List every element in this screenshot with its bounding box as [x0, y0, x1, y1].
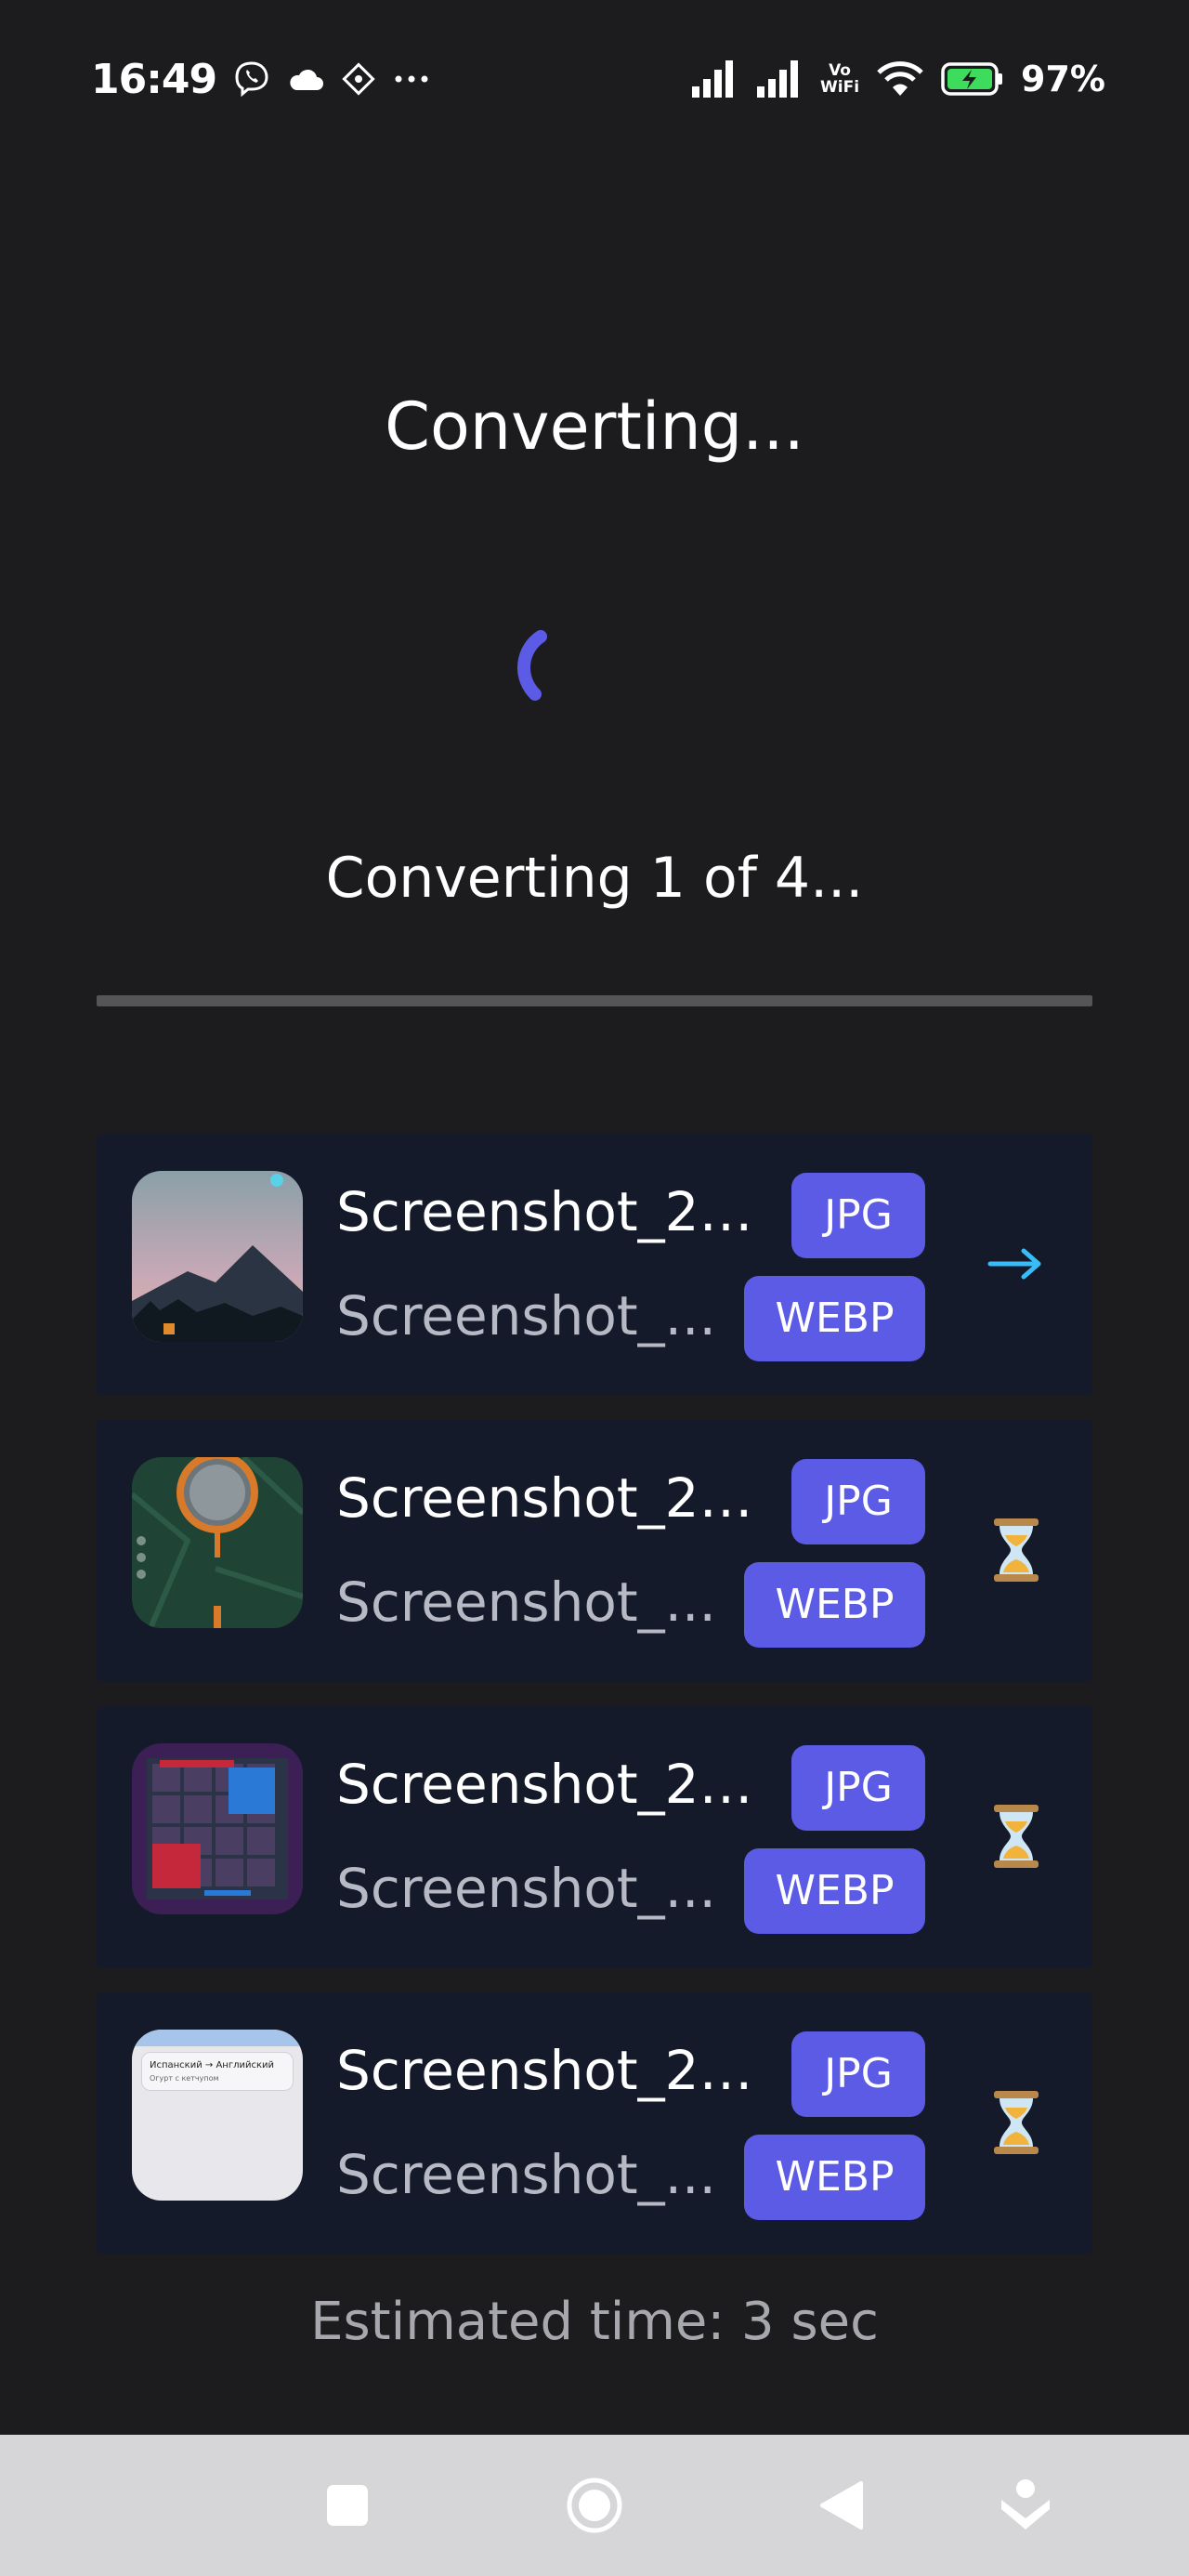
source-format-badge: JPG	[791, 1173, 925, 1258]
loading-spinner	[517, 630, 547, 701]
thumbnail-game	[132, 1457, 303, 1628]
arrow-right-icon	[979, 1222, 1053, 1306]
thumbnail-text: Огурт с кетчупом	[150, 2074, 219, 2083]
circle-icon	[567, 2477, 622, 2533]
output-file-name: Screenshot_...	[336, 1571, 716, 1634]
list-item[interactable]: Screenshot_20... Screenshot_... JPG WEBP	[97, 1706, 1092, 1968]
page-title: Converting...	[385, 388, 804, 465]
status-time: 16:49	[91, 55, 217, 103]
cloud-icon	[287, 66, 324, 92]
list-item[interactable]: Screenshot_20... Screenshot_... JPG WEBP	[97, 1420, 1092, 1682]
target-format-badge: WEBP	[744, 1276, 925, 1361]
output-file-name: Screenshot_...	[336, 1857, 716, 1920]
file-name: Screenshot_20...	[336, 1466, 773, 1530]
status-left: 16:49	[91, 56, 430, 103]
thumbnail-puzzle	[132, 1743, 303, 1914]
target-format-badge: WEBP	[744, 1562, 925, 1648]
triangle-back-icon	[820, 2481, 863, 2530]
list-item[interactable]: Screenshot_20... Screenshot_... JPG WEBP	[97, 1134, 1092, 1396]
source-format-badge: JPG	[791, 1459, 925, 1544]
navigation-bar	[0, 2435, 1189, 2576]
back-button[interactable]	[786, 2435, 897, 2576]
vowifi-bottom: WiFi	[820, 78, 860, 97]
status-right: Vo WiFi 97%	[690, 59, 1105, 99]
output-file-name: Screenshot_...	[336, 2143, 716, 2206]
file-name: Screenshot_20...	[336, 1753, 773, 1816]
progress-text: Converting 1 of 4...	[325, 846, 864, 911]
hourglass-icon	[979, 2081, 1053, 2164]
source-format-badge: JPG	[791, 2031, 925, 2117]
thumbnail-translator: Испанский → Английский Огурт с кетчупом	[132, 2030, 303, 2201]
output-file-name: Screenshot_...	[336, 1284, 716, 1347]
file-list: Screenshot_20... Screenshot_... JPG WEBP…	[97, 1134, 1092, 2279]
source-format-badge: JPG	[791, 1745, 925, 1831]
viber-icon	[233, 60, 270, 98]
home-button[interactable]	[539, 2435, 650, 2576]
battery-charging-icon	[941, 61, 1004, 97]
recents-button[interactable]	[292, 2435, 403, 2576]
square-icon	[327, 2485, 368, 2526]
hourglass-icon	[979, 1794, 1053, 1878]
vowifi-top: Vo	[829, 61, 851, 80]
assistant-icon	[1001, 2479, 1050, 2530]
signal-icon	[690, 60, 738, 98]
signal-icon	[755, 60, 804, 98]
file-name: Screenshot_20...	[336, 2039, 773, 2102]
estimated-time: Estimated time: 3 sec	[310, 2292, 879, 2352]
wifi-icon	[876, 60, 924, 98]
file-name: Screenshot_20...	[336, 1180, 773, 1243]
thumbnail-text: Испанский → Английский	[150, 2060, 275, 2070]
target-format-badge: WEBP	[744, 1848, 925, 1934]
vowifi-icon: Vo WiFi	[820, 62, 859, 96]
diamond-app-icon	[341, 61, 376, 97]
hourglass-icon	[979, 1508, 1053, 1592]
list-item[interactable]: Испанский → Английский Огурт с кетчупом …	[97, 1992, 1092, 2254]
assistant-button[interactable]	[970, 2435, 1081, 2576]
thumbnail-mountain	[132, 1171, 303, 1342]
progress-bar	[97, 995, 1092, 1006]
battery-percent: 97%	[1021, 59, 1105, 99]
target-format-badge: WEBP	[744, 2135, 925, 2220]
status-bar: 16:49 Vo WiFi 97%	[0, 0, 1189, 158]
more-dots-icon	[393, 74, 430, 84]
